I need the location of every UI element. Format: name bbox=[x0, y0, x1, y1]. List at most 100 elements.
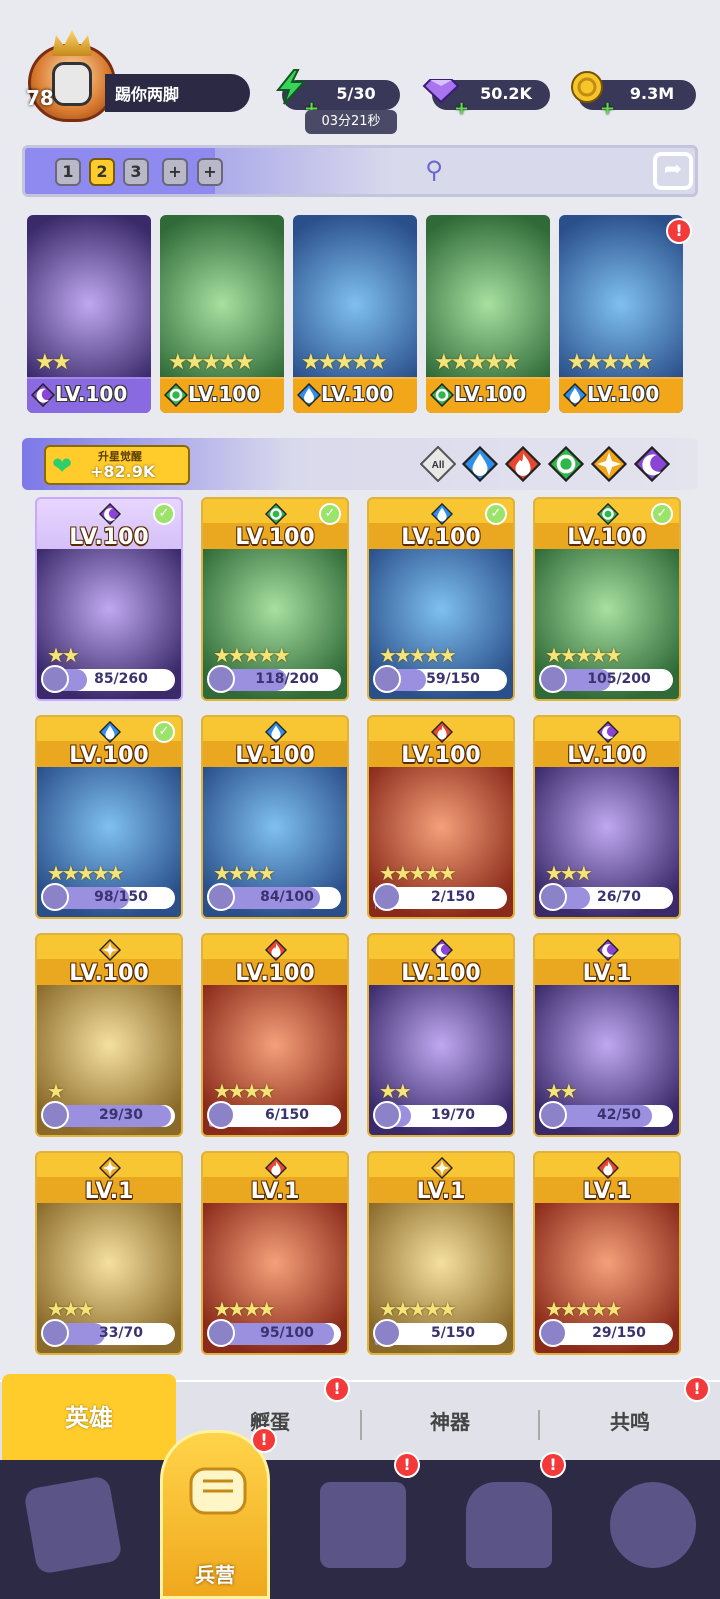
hero-card[interactable]: ✓ LV.100 ★★★★★ 98/150 bbox=[35, 715, 183, 919]
team-slot-badge: ! bbox=[666, 218, 692, 244]
water-element-icon bbox=[430, 502, 454, 526]
shard-count: 29/150 bbox=[592, 1325, 646, 1341]
team-tab-add-1[interactable]: + bbox=[162, 158, 188, 186]
sub-tabs: 英雄 孵蛋 神器 共鸣 ! ! bbox=[0, 1374, 720, 1462]
hero-card[interactable]: LV.1 ★★★ 33/70 bbox=[35, 1151, 183, 1355]
hero-card[interactable]: ✓ LV.100 ★★★★★ 105/200 bbox=[533, 497, 681, 701]
shard-count: 5/150 bbox=[430, 1325, 476, 1341]
shard-icon bbox=[373, 883, 401, 911]
star-rating: ★★★★★ bbox=[379, 643, 457, 667]
share-icon[interactable]: ➦ bbox=[653, 152, 693, 190]
star-rating: ★★★★★ bbox=[379, 1297, 457, 1321]
team-slot-5[interactable]: ★★★★★ LV.100 bbox=[559, 215, 683, 413]
hero-card[interactable]: LV.1 ★★ 42/50 bbox=[533, 933, 681, 1137]
team-slot-1[interactable]: ★★ LV.100 bbox=[27, 215, 151, 413]
cards-icon[interactable] bbox=[23, 1475, 123, 1575]
hero-card[interactable]: LV.1 ★★★★★ 5/150 bbox=[367, 1151, 515, 1355]
dark-element-icon bbox=[430, 938, 454, 962]
hero-card[interactable]: ✓ LV.100 ★★★★★ 59/150 bbox=[367, 497, 515, 701]
star-rating: ★★ bbox=[545, 1079, 578, 1103]
shard-count: 19/70 bbox=[430, 1107, 476, 1123]
star-rating: ★★ bbox=[379, 1079, 412, 1103]
filter-light-icon[interactable] bbox=[590, 445, 628, 483]
shard-icon bbox=[373, 1101, 401, 1129]
dark-element-icon bbox=[596, 938, 620, 962]
barracks-badge: ! bbox=[251, 1427, 277, 1453]
hero-level: LV.100 bbox=[69, 525, 149, 550]
hero-card[interactable]: LV.100 ★★★★ 6/150 bbox=[201, 933, 349, 1137]
player-level: 78 bbox=[26, 86, 54, 110]
star-rating: ★★ bbox=[35, 350, 71, 375]
gold-counter[interactable]: + 9.3M bbox=[571, 71, 696, 119]
team-slot-2[interactable]: ★★★★★ LV.100 bbox=[160, 215, 284, 413]
map-icon[interactable] bbox=[320, 1482, 406, 1568]
shard-count: 98/150 bbox=[94, 889, 148, 905]
hero-level: LV.100 bbox=[69, 743, 149, 768]
castle-icon[interactable] bbox=[466, 1482, 552, 1568]
dark-element-icon bbox=[30, 382, 56, 408]
hero-level: LV.100 bbox=[401, 525, 481, 550]
tab-heroes[interactable]: 英雄 bbox=[2, 1374, 176, 1462]
hero-level: LV.100 bbox=[69, 961, 149, 986]
check-icon: ✓ bbox=[319, 503, 341, 525]
tab-artifacts[interactable]: 神器 bbox=[362, 1382, 538, 1462]
water-element-icon bbox=[296, 382, 322, 408]
star-rating: ★★★★ bbox=[213, 861, 276, 885]
hero-level: LV.1 bbox=[416, 1179, 466, 1204]
helmet-icon bbox=[52, 62, 92, 106]
awaken-button[interactable]: ❤ 升星觉醒 +82.9K bbox=[44, 445, 190, 485]
hero-card[interactable]: LV.100 ★★★★ 84/100 bbox=[201, 715, 349, 919]
filter-dark-icon[interactable] bbox=[633, 445, 671, 483]
shop-icon[interactable] bbox=[610, 1482, 696, 1568]
shard-progress: 29/30 bbox=[41, 1101, 175, 1129]
filter-water-icon[interactable] bbox=[461, 445, 499, 483]
nav-barracks[interactable]: 兵营 ! bbox=[160, 1427, 277, 1599]
shard-icon bbox=[539, 883, 567, 911]
hero-level: LV.100 bbox=[567, 525, 647, 550]
wind-element-icon bbox=[264, 502, 288, 526]
filter-all-button[interactable]: All bbox=[420, 446, 456, 482]
shard-icon bbox=[373, 665, 401, 693]
magnifier-icon[interactable]: ⚲ bbox=[418, 156, 450, 188]
hero-card[interactable]: LV.100 ★★★ 26/70 bbox=[533, 715, 681, 919]
team-slot-4[interactable]: ★★★★★ LV.100 bbox=[426, 215, 550, 413]
shard-icon bbox=[207, 665, 235, 693]
hero-card[interactable]: LV.100 ★★ 19/70 bbox=[367, 933, 515, 1137]
hero-level: LV.100 bbox=[567, 743, 647, 768]
star-rating: ★★★★★ bbox=[379, 861, 457, 885]
team-slot-3[interactable]: ★★★★★ LV.100 bbox=[293, 215, 417, 413]
energy-counter[interactable]: + 5/30 bbox=[275, 69, 400, 119]
hero-card[interactable]: ✓ LV.100 ★★ 85/260 bbox=[35, 497, 183, 701]
team-tab-add-2[interactable]: + bbox=[197, 158, 223, 186]
hero-card[interactable]: LV.1 ★★★★ 95/100 bbox=[201, 1151, 349, 1355]
check-icon: ✓ bbox=[651, 503, 673, 525]
team-tab-3[interactable]: 3 bbox=[123, 158, 149, 186]
shard-progress: 85/260 bbox=[41, 665, 175, 693]
wind-element-icon bbox=[429, 382, 455, 408]
filter-wind-icon[interactable] bbox=[547, 445, 585, 483]
shard-progress: 6/150 bbox=[207, 1101, 341, 1129]
hero-card[interactable]: LV.1 ★★★★★ 29/150 bbox=[533, 1151, 681, 1355]
shard-progress: 33/70 bbox=[41, 1319, 175, 1347]
hero-card[interactable]: LV.100 ★ 29/30 bbox=[35, 933, 183, 1137]
team-tab-1[interactable]: 1 bbox=[55, 158, 81, 186]
shard-icon bbox=[207, 1101, 235, 1129]
star-rating: ★★★★★ bbox=[434, 350, 521, 375]
star-rating: ★★★★ bbox=[213, 1297, 276, 1321]
star-rating: ★★★★★ bbox=[168, 350, 255, 375]
dark-element-icon bbox=[596, 720, 620, 744]
shard-progress: 2/150 bbox=[373, 883, 507, 911]
filter-fire-icon[interactable] bbox=[504, 445, 542, 483]
hero-level: LV.1 bbox=[582, 1179, 632, 1204]
player-name-bar[interactable]: 踢你两脚 bbox=[105, 74, 250, 112]
shard-count: 42/50 bbox=[596, 1107, 642, 1123]
hero-card[interactable]: ✓ LV.100 ★★★★★ 118/200 bbox=[201, 497, 349, 701]
light-element-icon bbox=[98, 938, 122, 962]
shard-count: 26/70 bbox=[596, 889, 642, 905]
shard-icon bbox=[539, 1101, 567, 1129]
team-tab-2[interactable]: 2 bbox=[89, 158, 115, 186]
check-icon: ✓ bbox=[485, 503, 507, 525]
hero-card[interactable]: LV.100 ★★★★★ 2/150 bbox=[367, 715, 515, 919]
gems-counter[interactable]: + 50.2K bbox=[422, 79, 550, 119]
hero-level: LV.1 bbox=[582, 961, 632, 986]
